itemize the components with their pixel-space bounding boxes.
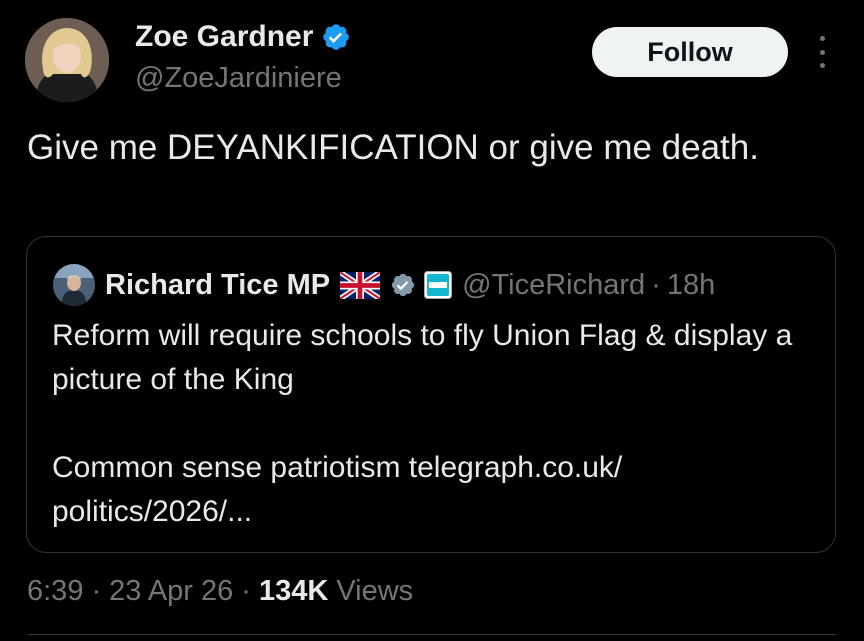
quoted-author-handle[interactable]: @TiceRichard (462, 269, 645, 302)
uk-flag-icon (338, 269, 382, 301)
tweet-meta: 6:39 · 23 Apr 26 · 134K Views (27, 575, 413, 608)
divider (27, 634, 837, 635)
tweet-time[interactable]: 6:39 (27, 575, 83, 608)
quoted-tweet-line-1: Reform will require schools to fly Union… (52, 319, 793, 396)
views-label: Views (336, 575, 414, 607)
reform-uk-affiliate-icon[interactable] (424, 271, 453, 299)
quoted-tweet-header: Richard Tice MP @TiceRichard · 18h (105, 265, 715, 305)
quoted-tweet-card[interactable]: Richard Tice MP @TiceRichard · 18h Refor… (26, 236, 836, 553)
quoted-author-avatar[interactable] (53, 264, 95, 306)
tweet-text: Give me DEYANKIFICATION or give me death… (27, 128, 759, 167)
author-avatar[interactable] (25, 18, 109, 102)
more-options-icon[interactable] (810, 36, 834, 68)
author-handle[interactable]: @ZoeJardiniere (135, 62, 342, 95)
verified-badge-icon (321, 22, 351, 52)
meta-separator: · (241, 575, 251, 607)
quoted-verified-badge-icon (390, 272, 416, 298)
quoted-tweet-text: Reform will require schools to fly Union… (52, 314, 812, 534)
tweet-date[interactable]: 23 Apr 26 (109, 575, 233, 608)
views-count[interactable]: 134K (259, 575, 328, 607)
follow-button[interactable]: Follow (592, 27, 788, 77)
quoted-tweet-line-2: Common sense patriotism telegraph.co.uk/… (52, 451, 623, 528)
quoted-tweet-time[interactable]: 18h (667, 269, 715, 302)
author-name-row[interactable]: Zoe Gardner (135, 20, 351, 54)
author-name[interactable]: Zoe Gardner (135, 20, 313, 54)
header-separator: · (651, 268, 661, 301)
meta-separator: · (91, 575, 102, 607)
quoted-author-name[interactable]: Richard Tice MP (105, 269, 330, 302)
